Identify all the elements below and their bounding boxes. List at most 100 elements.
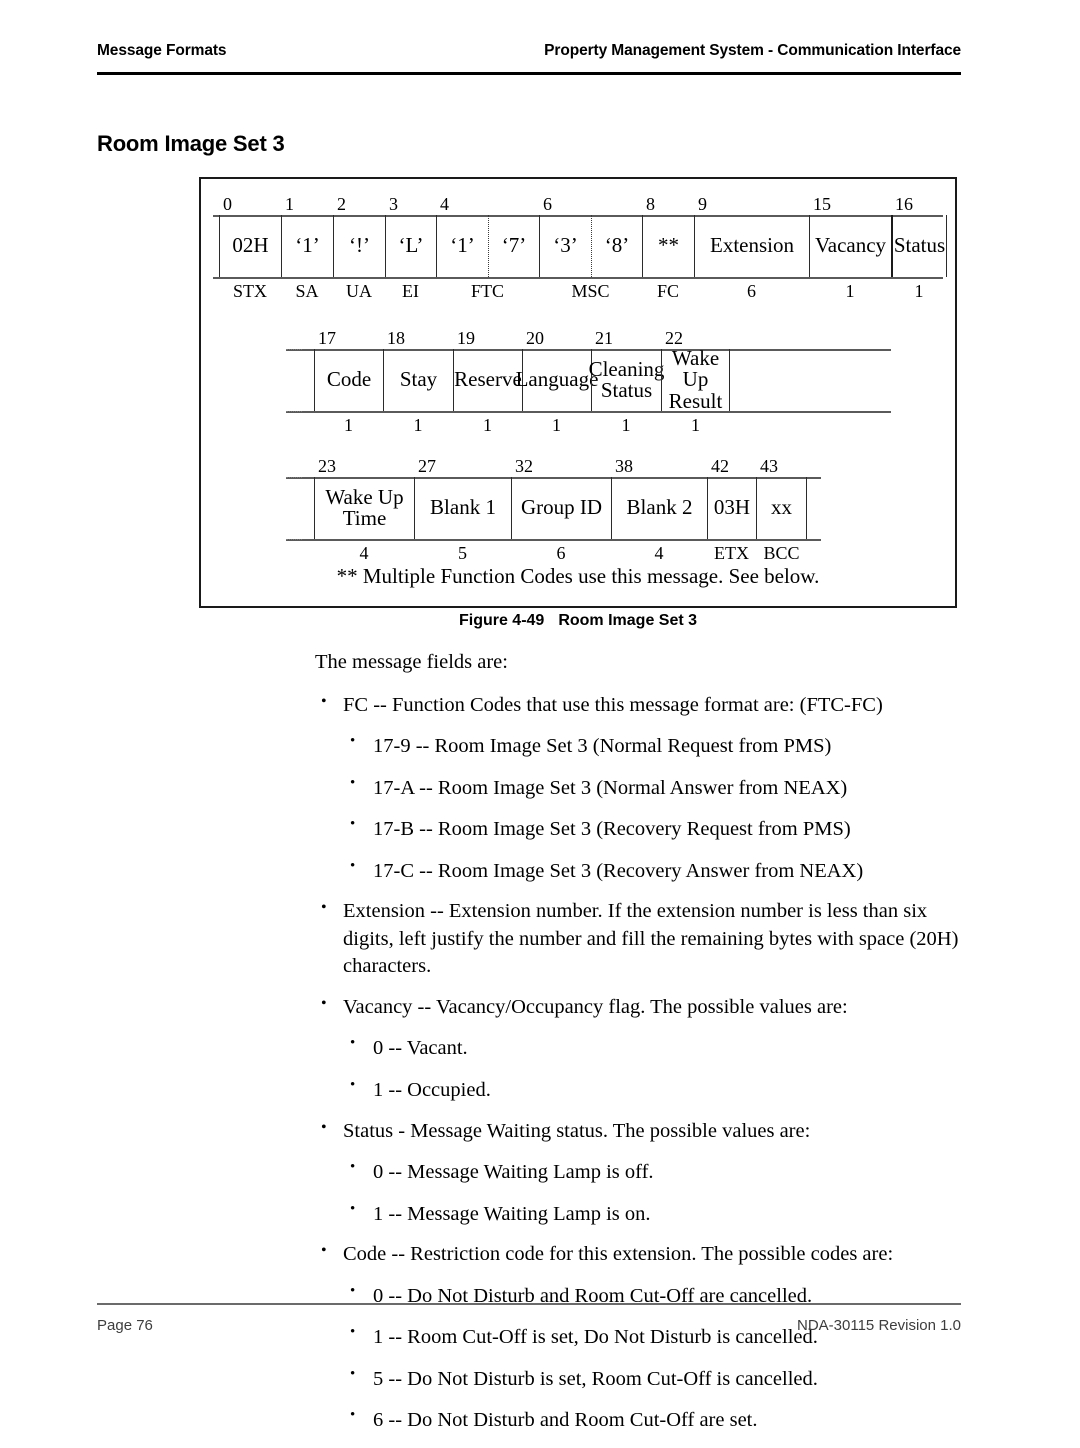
field-label: Extension [710,233,794,258]
figure-caption-number: Figure 4-49 [458,612,545,629]
sub-list-item-text: 17-9 -- Room Image Set 3 (Normal Request… [373,734,832,757]
page-title: Room Image Set 3 [97,130,285,156]
sub-list-item-text: 0 -- Vacant. [373,1037,468,1060]
running-footer: Page 76 NDA-30115 Revision 1.0 [97,1317,961,1343]
field-width-label: 1 [621,415,631,435]
field-width-label: 1 [344,415,353,435]
format-cell-strip: 02H ‘1’ ‘!’ ‘L’ ‘1’ ‘7’ ‘3’ ‘8’ ** Extension Vacan… [201,215,955,277]
field-width-label: 1 [552,415,561,435]
format-field-cell: Group ID [511,477,611,539]
sub-list-item-text: 1 -- Occupied. [373,1079,491,1102]
sub-list-item-text: 1 -- Message Waiting Lamp is on. [373,1202,651,1225]
field-width-label: MSC [571,281,610,301]
field-width-label: STX [232,281,268,301]
field-label-line-1: Wake Up [325,484,404,509]
figure-caption: Figure 4-49 Room Image Set 3 [199,612,957,630]
figure-footnote: ** Multiple Function Codes use this mess… [336,564,820,588]
field-width-label: 5 [458,543,467,563]
sub-list-item: • 17-A -- Room Image Set 3 (Normal Answer… [343,775,975,802]
field-width-label: ETX [714,543,749,563]
byte-offset-label: 9 [698,194,707,214]
field-label: ‘8’ [604,233,630,258]
field-label: Status [893,233,946,258]
sub-list-item: • 5 -- Do Not Disturb is set, Room Cut-Of… [343,1366,975,1393]
list-item: • FC -- Function Codes that use this mess… [315,692,975,885]
format-field-cell: Reserve [453,349,522,411]
footer-document-id: NDA-30115 Revision 1.0 [797,1317,961,1334]
format-field-cell: ‘L’ [385,215,436,277]
field-label: ‘!’ [349,233,370,258]
sub-list-item-text: 5 -- Do Not Disturb is set, Room Cut-Off… [373,1367,818,1390]
field-width-label: 1 [691,415,700,435]
field-width-label: 1 [914,281,924,301]
byte-offset-label: 8 [646,194,655,214]
sub-list-item: • 1 -- Message Waiting Lamp is on. [343,1201,975,1228]
field-label: 02H [232,233,269,258]
format-field-cell: Language [516,349,598,411]
sub-list-item-text: 0 -- Message Waiting Lamp is off. [373,1160,654,1183]
list-item: • Extension -- Extension number. If the e… [315,898,975,980]
field-label: Code [326,367,372,392]
field-label: ‘1’ [450,233,475,258]
bullet-icon: • [350,732,356,749]
field-label-line-2: Time [342,506,387,530]
row-continuation-stub [286,411,302,412]
field-label: ‘7’ [501,233,527,258]
format-field-cell: xx [756,477,807,539]
byte-offset-label: 23 [318,456,336,476]
byte-offset-label: 15 [813,194,831,214]
byte-offset-label: 42 [711,456,729,476]
sub-list-item: • 6 -- Do Not Disturb and Room Cut-Off ar… [343,1407,975,1434]
field-label: xx [771,495,792,520]
field-label: Reserve [454,367,522,392]
format-field-cell: Extension [694,215,809,277]
sub-list-item: • 0 -- Message Waiting Lamp is off. [343,1159,975,1186]
field-width-label: 4 [359,543,369,563]
field-label: Language [515,367,599,392]
format-field-cell: Cleaning Status [589,349,664,411]
field-label: 03H [713,495,751,520]
field-label-line-1: Cleaning [588,356,665,381]
sub-list: • 0 -- Message Waiting Lamp is off. • 1 -- … [343,1159,975,1227]
byte-offset-labels: 17 18 19 20 21 22 [201,327,955,349]
sub-list-item: • 17-9 -- Room Image Set 3 (Normal Reques… [343,733,975,760]
row-bottom-rule [286,539,821,541]
field-width-label: 6 [556,543,566,563]
byte-offset-label: 2 [337,194,346,214]
sub-list: • 0 -- Vacant. • 1 -- Occupied. [343,1035,975,1103]
format-field-cell: Blank 2 [611,477,707,539]
bullet-icon: • [350,816,356,833]
field-width-labels: 4 5 6 4 ETX BCC [201,542,955,564]
footer-page-number: Page 76 [97,1317,153,1334]
format-field-cell: 03H [707,477,756,539]
field-width-label: 1 [845,281,855,301]
sub-list-item: • 17-B -- Room Image Set 3 (Recovery Requ… [343,816,975,843]
sub-list: • 0 -- Do Not Disturb and Room Cut-Off ar… [343,1283,975,1435]
sub-list-item: • 1 -- Occupied. [343,1077,975,1104]
field-label: Stay [399,367,438,392]
header-divider-rule [97,72,961,75]
header-left-text: Message Formats [97,42,227,59]
row-bottom-rule [213,277,943,279]
field-label-line-2: Status [600,378,653,402]
format-field-cell: 02H [219,215,281,277]
bullet-icon: • [321,1118,327,1136]
list-item-text: Code -- Restriction code for this extens… [343,1243,894,1266]
byte-offset-label: 0 [223,194,232,214]
byte-offset-label: 27 [418,456,436,476]
field-label: ** [658,233,679,258]
bullet-icon: • [350,774,356,791]
format-cell-strip: Code Stay Reserve Language Cleaning Status Wak… [201,347,955,412]
format-field-cell: Blank 1 [414,477,511,539]
bullet-icon: • [350,1200,356,1217]
byte-offset-label: 43 [760,456,778,476]
format-field-cell: ‘1’ [281,215,333,277]
bullet-icon: • [350,1158,356,1175]
running-header: Message Formats Property Management Syst… [97,42,961,74]
field-width-labels: STX SA UA EI FTC MSC FC 6 1 1 [201,280,955,302]
sub-list-item: • 0 -- Do Not Disturb and Room Cut-Off ar… [343,1283,975,1310]
format-field-cell: ‘!’ [333,215,385,277]
field-label: ‘3’ [553,233,578,258]
format-field-cell: Vacancy [809,215,891,277]
list-item-text: FC -- Function Codes that use this messa… [343,693,883,716]
